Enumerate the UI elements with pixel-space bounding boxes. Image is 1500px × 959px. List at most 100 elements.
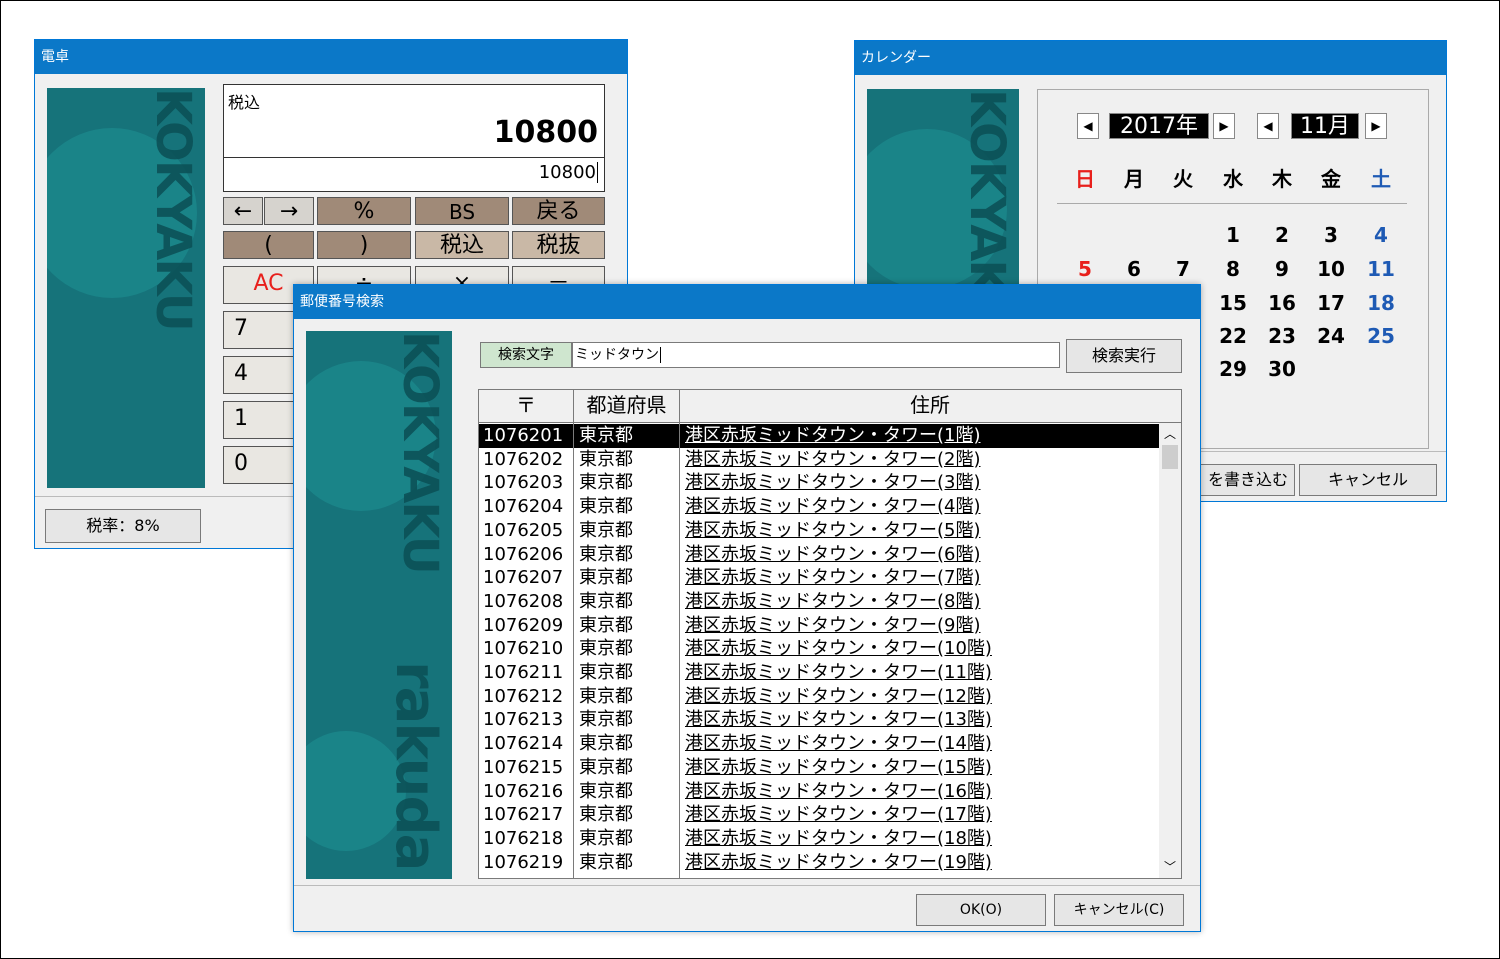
table-row[interactable]: 1076201 東京都 港区赤坂ミッドタウン・タワー(1階) [479,424,1159,448]
prefecture-cell: 東京都 [579,851,633,873]
tax-rate-button[interactable]: 税率：8% [45,509,201,543]
calendar-day[interactable]: 25 [1361,324,1401,348]
vertical-scrollbar[interactable]: ︿ ﹀ [1159,423,1181,878]
table-row[interactable]: 1076213 東京都 港区赤坂ミッドタウン・タワー(13階) [479,708,1159,732]
calendar-titlebar[interactable]: カレンダー [855,41,1446,75]
prev-month-arrow-icon[interactable]: ◀ [1257,113,1279,139]
calendar-day[interactable]: 15 [1213,291,1253,315]
col-header-address[interactable]: 住所 [680,390,1180,422]
search-input[interactable]: ミッドタウン [572,342,1060,368]
table-row[interactable]: 1076209 東京都 港区赤坂ミッドタウン・タワー(9階) [479,614,1159,638]
calendar-day[interactable]: 16 [1262,291,1302,315]
calc-key-undo[interactable]: 戻る [512,197,605,225]
calendar-write-button[interactable]: を書き込む [1195,464,1295,496]
calc-key-percent[interactable]: % [317,197,411,225]
prefecture-cell: 東京都 [579,638,633,660]
column-divider [679,422,680,878]
calculator-display: 税込 10800 10800 [223,84,605,192]
calendar-day[interactable]: 22 [1213,324,1253,348]
table-row[interactable]: 1076203 東京都 港区赤坂ミッドタウン・タワー(3階) [479,471,1159,495]
col-header-postal-mark[interactable]: 〒 [479,390,574,422]
cancel-button[interactable]: キャンセル(C) [1054,894,1184,926]
prefecture-cell: 東京都 [579,425,633,446]
calendar-day[interactable]: 10 [1311,257,1351,281]
prefecture-cell: 東京都 [579,780,633,802]
calendar-cancel-button[interactable]: キャンセル [1299,464,1437,496]
calc-key-open-paren[interactable]: ( [223,231,314,259]
calc-input[interactable]: 10800 [539,162,598,183]
col-header-prefecture[interactable]: 都道府県 [574,390,680,422]
postal-code-cell: 1076203 [483,472,564,494]
calendar-day[interactable]: 17 [1311,291,1351,315]
calc-key-tax-incl[interactable]: 税込 [415,231,509,259]
weekday-thu: 木 [1272,167,1292,191]
prefecture-cell: 東京都 [579,662,633,683]
results-table: 〒 都道府県 住所 1076201 東京都 港区赤坂ミッドタウン・タワー(1階) 10… [478,389,1182,879]
calc-key-close-paren[interactable]: ) [317,231,411,259]
table-row[interactable]: 1076219 東京都 港区赤坂ミッドタウン・タワー(19階) [479,851,1159,875]
year-selector[interactable]: 2017年 [1109,113,1209,139]
table-row[interactable]: 1076206 東京都 港区赤坂ミッドタウン・タワー(6階) [479,543,1159,567]
prefecture-cell: 東京都 [579,733,633,755]
address-cell: 港区赤坂ミッドタウン・タワー(5階) [685,519,981,541]
next-year-arrow-icon[interactable]: ▶ [1213,113,1235,139]
calc-key-right[interactable]: → [264,197,314,225]
calendar-day[interactable]: 24 [1311,324,1351,348]
table-row[interactable]: 1076215 東京都 港区赤坂ミッドタウン・タワー(15階) [479,756,1159,780]
table-row[interactable]: 1076204 東京都 港区赤坂ミッドタウン・タワー(4階) [479,495,1159,519]
calendar-day[interactable]: 7 [1163,257,1203,281]
address-cell: 港区赤坂ミッドタウン・タワー(14階) [685,733,992,755]
table-row[interactable]: 1076208 東京都 港区赤坂ミッドタウン・タワー(8階) [479,590,1159,614]
postal-code-cell: 1076214 [483,733,564,755]
calc-key-left[interactable]: ← [223,197,263,225]
table-row[interactable]: 1076205 東京都 港区赤坂ミッドタウン・タワー(5階) [479,519,1159,543]
postal-code-cell: 1076213 [483,709,564,731]
postal-code-cell: 1076217 [483,804,564,826]
prefecture-cell: 東京都 [579,827,633,849]
address-cell: 港区赤坂ミッドタウン・タワー(17階) [685,804,992,826]
table-row[interactable]: 1076216 東京都 港区赤坂ミッドタウン・タワー(16階) [479,780,1159,804]
table-row[interactable]: 1076212 東京都 港区赤坂ミッドタウン・タワー(12階) [479,685,1159,709]
calendar-day[interactable]: 9 [1262,257,1302,281]
next-month-arrow-icon[interactable]: ▶ [1365,113,1387,139]
calendar-day[interactable]: 4 [1361,223,1401,247]
table-row[interactable]: 1076202 東京都 港区赤坂ミッドタウン・タワー(2階) [479,448,1159,472]
calendar-day[interactable]: 3 [1311,223,1351,247]
postal-brand-panel: KOKYAKU rakuda [306,331,452,879]
table-row[interactable]: 1076211 東京都 港区赤坂ミッドタウン・タワー(11階) [479,661,1159,685]
calendar-day[interactable]: 30 [1262,357,1302,381]
calc-result: 10800 [493,115,598,150]
calendar-day[interactable]: 8 [1213,257,1253,281]
calendar-day[interactable]: 23 [1262,324,1302,348]
calendar-day[interactable]: 2 [1262,223,1302,247]
calendar-day[interactable]: 18 [1361,291,1401,315]
month-selector[interactable]: 11月 [1291,113,1359,139]
scroll-up-icon[interactable]: ︿ [1159,425,1181,442]
postal-titlebar[interactable]: 郵便番号検索 [294,285,1200,319]
prefecture-cell: 東京都 [579,496,633,518]
calendar-day[interactable]: 1 [1213,223,1253,247]
calculator-titlebar[interactable]: 電卓 [35,40,627,74]
table-header: 〒 都道府県 住所 [479,390,1181,423]
calc-key-bs[interactable]: BS [415,197,509,225]
table-row[interactable]: 1076217 東京都 港区赤坂ミッドタウン・タワー(17階) [479,803,1159,827]
brand-logo-text: KOKYAKU [392,331,448,573]
ok-button[interactable]: OK(O) [916,894,1046,926]
address-cell: 港区赤坂ミッドタウン・タワー(2階) [685,448,981,470]
table-row[interactable]: 1076218 東京都 港区赤坂ミッドタウン・タワー(18階) [479,827,1159,851]
prev-year-arrow-icon[interactable]: ◀ [1077,113,1099,139]
scrollbar-thumb[interactable] [1162,445,1178,469]
calendar-day[interactable]: 6 [1114,257,1154,281]
calendar-day[interactable]: 11 [1361,257,1401,281]
table-row[interactable]: 1076210 東京都 港区赤坂ミッドタウン・タワー(10階) [479,637,1159,661]
prefecture-cell: 東京都 [579,590,633,612]
postal-code-cell: 1076207 [483,567,564,589]
search-execute-button[interactable]: 検索実行 [1066,339,1182,373]
table-row[interactable]: 1076207 東京都 港区赤坂ミッドタウン・タワー(7階) [479,566,1159,590]
calc-key-tax-excl[interactable]: 税抜 [512,231,605,259]
address-cell: 港区赤坂ミッドタウン・タワー(10階) [685,638,992,660]
calendar-day[interactable]: 29 [1213,357,1253,381]
calendar-day[interactable]: 5 [1065,257,1105,281]
table-row[interactable]: 1076214 東京都 港区赤坂ミッドタウン・タワー(14階) [479,732,1159,756]
scroll-down-icon[interactable]: ﹀ [1159,858,1181,875]
